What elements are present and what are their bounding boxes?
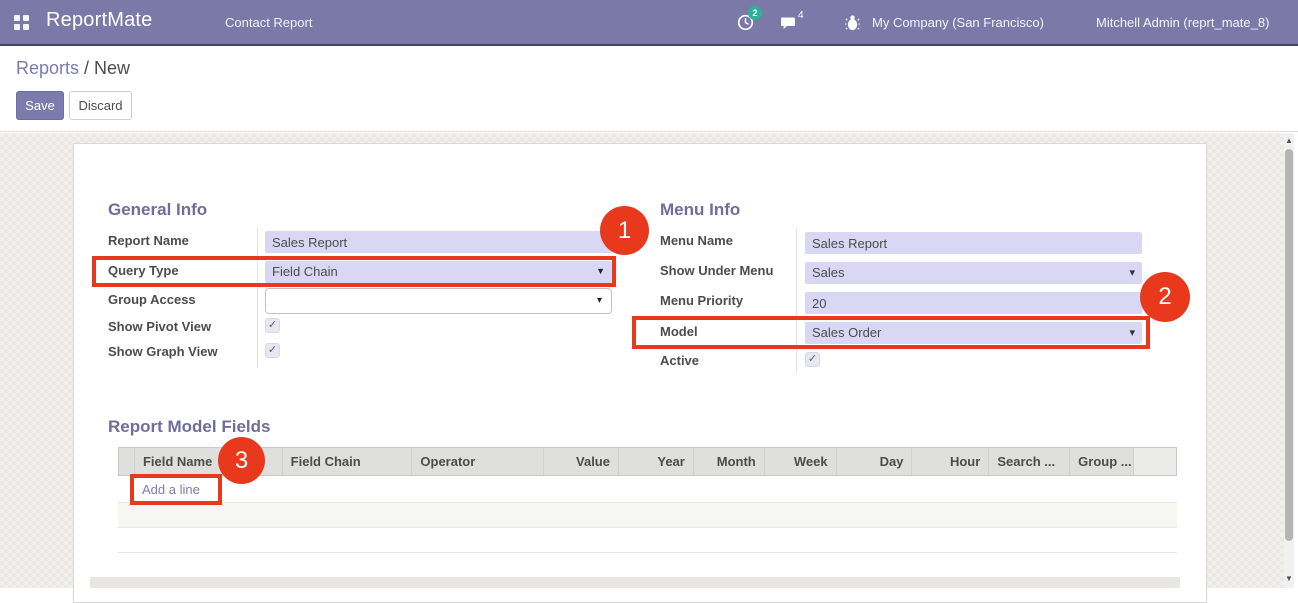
breadcrumb: Reports / New xyxy=(16,58,130,79)
activity-count-badge: 2 xyxy=(748,6,762,20)
group-access-label: Group Access xyxy=(108,292,258,307)
apps-grid-icon[interactable] xyxy=(14,15,29,30)
show-pivot-view-checkbox[interactable]: ✓ xyxy=(265,318,280,333)
model-label: Model xyxy=(660,324,810,339)
report-name-input[interactable] xyxy=(265,231,612,253)
show-graph-view-label: Show Graph View xyxy=(108,344,258,359)
report-model-fields-title: Report Model Fields xyxy=(108,417,270,437)
show-under-menu-value: Sales xyxy=(812,265,845,280)
menu-name-label: Menu Name xyxy=(660,233,810,248)
company-switcher[interactable]: My Company (San Francisco) xyxy=(872,15,1044,30)
query-type-select[interactable]: Field Chain ▼ xyxy=(265,261,612,283)
query-type-label: Query Type xyxy=(108,263,258,278)
col-field-chain[interactable]: Field Chain xyxy=(282,448,412,475)
check-icon: ✓ xyxy=(808,353,817,365)
show-graph-view-checkbox[interactable]: ✓ xyxy=(265,343,280,358)
step-1-badge: 1 xyxy=(600,206,649,255)
add-a-line-link[interactable]: Add a line xyxy=(142,482,200,497)
debug-bug-icon[interactable] xyxy=(845,14,860,36)
step-3-badge: 3 xyxy=(218,437,265,484)
table-row xyxy=(118,503,1177,528)
grid-square xyxy=(14,24,20,30)
scrollbar-thumb[interactable] xyxy=(1285,149,1293,541)
group-access-select[interactable]: ▾ xyxy=(265,288,612,314)
discard-button[interactable]: Discard xyxy=(69,91,132,120)
vertical-scrollbar[interactable]: ▲ ▼ xyxy=(1284,133,1294,588)
bottom-strip xyxy=(90,577,1180,588)
report-name-label: Report Name xyxy=(108,233,258,248)
breadcrumb-reports-link[interactable]: Reports xyxy=(16,58,79,78)
chevron-down-icon: ▾ xyxy=(1129,266,1135,279)
message-count: 4 xyxy=(798,10,804,21)
active-label: Active xyxy=(660,353,810,368)
menu-priority-input[interactable] xyxy=(805,292,1142,314)
show-pivot-view-label: Show Pivot View xyxy=(108,319,258,334)
grid-square xyxy=(23,15,29,21)
col-day[interactable]: Day xyxy=(836,448,912,475)
active-checkbox[interactable]: ✓ xyxy=(805,352,820,367)
col-year[interactable]: Year xyxy=(618,448,693,475)
save-button[interactable]: Save xyxy=(16,91,64,120)
col-hour[interactable]: Hour xyxy=(911,448,988,475)
chevron-down-icon: ▼ xyxy=(596,266,605,276)
menu-info-title: Menu Info xyxy=(660,200,740,220)
col-value[interactable]: Value xyxy=(543,448,618,475)
show-under-menu-select[interactable]: Sales ▾ xyxy=(805,262,1142,284)
user-name: Mitchell Admin (reprt_mate_8) xyxy=(1096,15,1269,30)
user-menu[interactable]: Mitchell Admin (reprt_mate_8) xyxy=(1060,6,1298,40)
app-brand[interactable]: ReportMate xyxy=(46,9,153,32)
scroll-down-icon[interactable]: ▼ xyxy=(1284,573,1294,585)
breadcrumb-separator: / xyxy=(79,58,94,78)
model-select[interactable]: Sales Order ▾ xyxy=(805,322,1142,344)
model-value: Sales Order xyxy=(812,325,881,340)
fields-table-header: Field Name Field Chain Operator Value Ye… xyxy=(118,447,1177,476)
step-2-badge: 2 xyxy=(1140,272,1190,322)
grid-square xyxy=(14,15,20,21)
grid-square xyxy=(23,24,29,30)
menu-name-input[interactable] xyxy=(805,232,1142,254)
chevron-down-icon: ▾ xyxy=(597,295,602,306)
chevron-down-icon: ▾ xyxy=(1129,326,1135,339)
check-icon: ✓ xyxy=(268,344,277,356)
general-info-title: General Info xyxy=(108,200,207,220)
col-week[interactable]: Week xyxy=(764,448,836,475)
top-navbar: ReportMate Contact Report 2 4 My Company… xyxy=(0,0,1298,46)
messages-icon[interactable] xyxy=(780,15,796,36)
table-row: Add a line xyxy=(118,476,1177,503)
col-month[interactable]: Month xyxy=(693,448,764,475)
menu-priority-label: Menu Priority xyxy=(660,293,810,308)
row-handle-column xyxy=(119,448,134,475)
col-search[interactable]: Search ... xyxy=(988,448,1069,475)
table-row xyxy=(118,528,1177,553)
breadcrumb-current: New xyxy=(94,58,130,78)
scroll-up-icon[interactable]: ▲ xyxy=(1284,135,1294,147)
col-actions xyxy=(1133,448,1176,475)
show-under-menu-label: Show Under Menu xyxy=(660,263,810,278)
col-operator[interactable]: Operator xyxy=(411,448,543,475)
query-type-value: Field Chain xyxy=(272,264,338,279)
col-group[interactable]: Group ... xyxy=(1069,448,1133,475)
check-icon: ✓ xyxy=(268,319,277,331)
control-panel: Reports / New Save Discard xyxy=(0,48,1298,132)
nav-menu-contact-report[interactable]: Contact Report xyxy=(225,15,312,30)
